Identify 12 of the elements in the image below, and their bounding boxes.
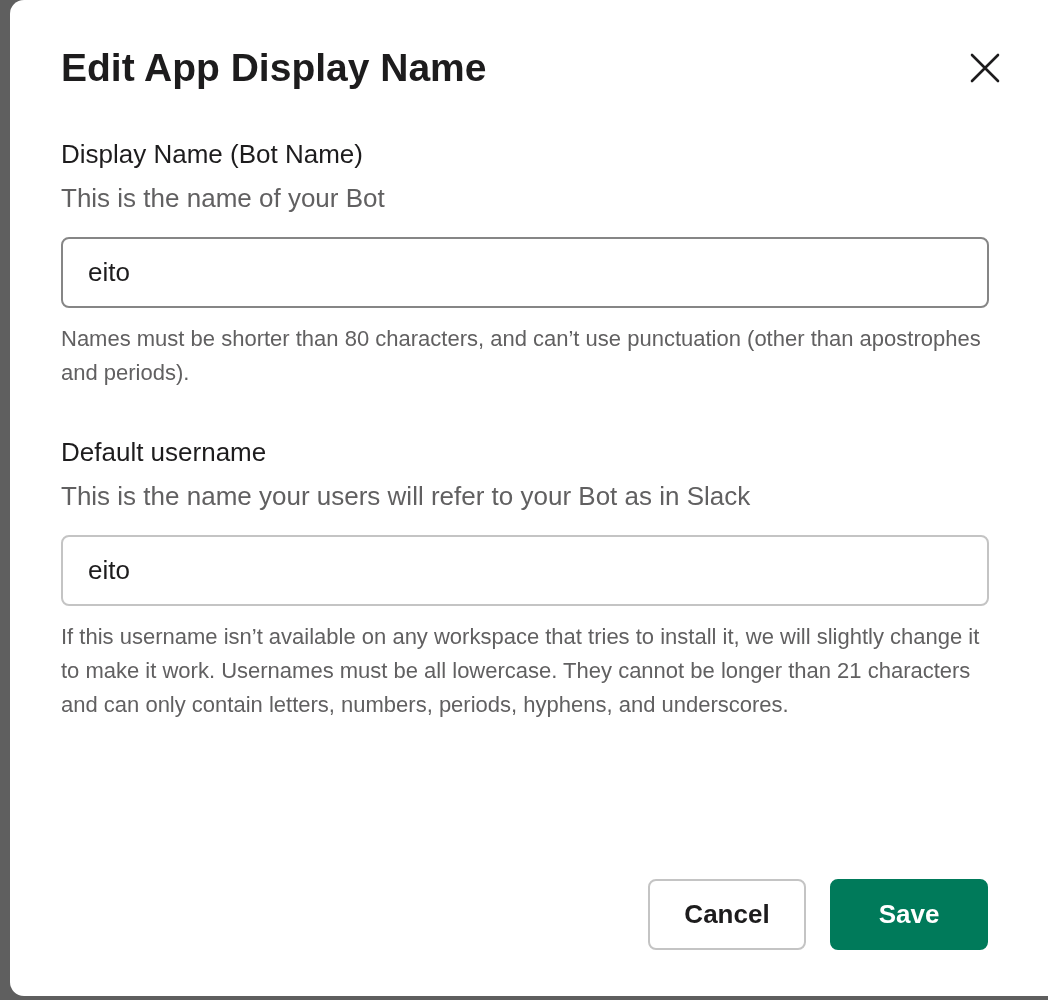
save-button[interactable]: Save bbox=[830, 879, 988, 950]
field-label: Default username bbox=[61, 436, 268, 469]
dialog-title: Edit App Display Name bbox=[61, 45, 487, 91]
text-field[interactable]: eito bbox=[61, 237, 989, 308]
cancel-button[interactable]: Cancel bbox=[648, 879, 806, 950]
field-label: Display Name (Bot Name) bbox=[61, 138, 364, 171]
field-description: This is the name your users will refer to your Bot as in Slack bbox=[61, 480, 752, 513]
help-text: If this username isn’t available on any workspace that tries to install it, we will slightly change it to make it work. Usernames must be all lowercase. They cannot be longer than 21 characters and can only contain letters, numbers, periods, hyphens, and underscores. bbox=[61, 623, 981, 719]
close-icon[interactable] bbox=[968, 51, 1002, 85]
help-text: Names must be shorter than 80 characters, and can’t use punctuation (other than apostrophes and periods). bbox=[61, 325, 982, 387]
field-description: This is the name of your Bot bbox=[61, 182, 386, 215]
text-field[interactable]: eito bbox=[61, 535, 989, 606]
